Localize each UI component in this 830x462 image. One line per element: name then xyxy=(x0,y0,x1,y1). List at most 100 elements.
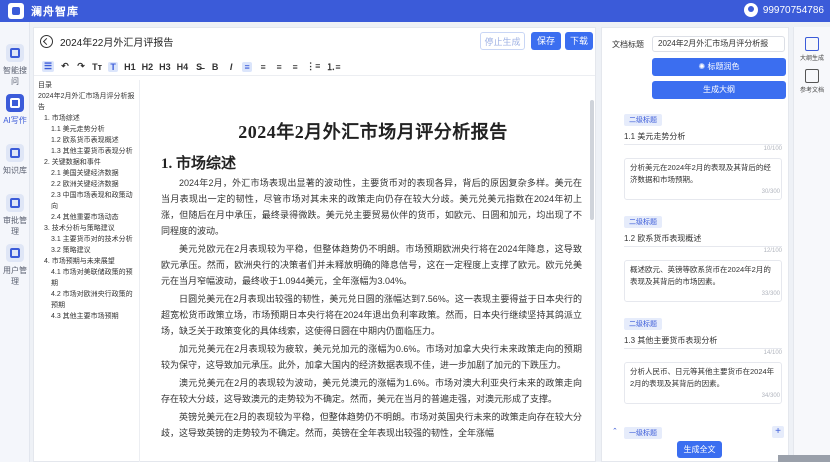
outline-generate-icon xyxy=(805,37,819,51)
outline-generator-panel: 文档标题 2024年2月外汇市场月评分析报 ✺ 标题润色 生成大纲 二级标题 1… xyxy=(601,27,789,462)
heading4-button[interactable]: H4 xyxy=(177,62,189,72)
card-description[interactable]: 分析人民币、日元等其他主要货币在2024年2月的表现及其背后的因素。 xyxy=(624,362,782,404)
title-count: 12/100 xyxy=(763,248,782,254)
generate-outline-button[interactable]: 生成大纲 xyxy=(652,81,786,99)
outline-item[interactable]: 2.1 美国关键经济数据 xyxy=(38,168,139,179)
heading2-button[interactable]: H2 xyxy=(142,62,154,72)
outline-item[interactable]: 1.2 欧系货币表现概述 xyxy=(38,135,139,146)
card-title[interactable]: 1.1 美元走势分析 xyxy=(624,131,685,142)
outline-item[interactable]: 1. 市场综述 xyxy=(38,113,139,124)
divider xyxy=(624,348,782,349)
text-size-icon[interactable]: Tт xyxy=(92,62,102,72)
outline-item[interactable]: 2.2 欧洲关键经济数据 xyxy=(38,179,139,190)
outline-item[interactable]: 2. 关键数据和事件 xyxy=(38,157,139,168)
outline-item[interactable]: 4. 市场预期与未来展望 xyxy=(38,256,139,267)
outline-item[interactable]: 3. 技术分析与策略建议 xyxy=(38,223,139,234)
card-description[interactable]: 概述欧元、英镑等欧系货币在2024年2月的表现及其背后的市场因素。 xyxy=(624,260,782,302)
user-icon xyxy=(743,3,758,17)
status-strip xyxy=(778,455,830,462)
outline-item[interactable]: 3.2 策略建议 xyxy=(38,245,139,256)
nav-item-search[interactable]: 智能搜问 xyxy=(0,44,30,87)
desc-count: 33/300 xyxy=(761,291,780,297)
editor-panel: 2024年22月外汇月评报告 停止生成 保存 下载 ☰ ↶ ↷ Tт T H1 … xyxy=(33,27,596,462)
outline-card-list: 二级标题 1.1 美元走势分析 10/100 分析美元在2024年2月的表现及其… xyxy=(610,110,786,440)
outline-heading: 目录 xyxy=(38,82,52,89)
divider xyxy=(624,246,782,247)
level2-badge: 二级标题 xyxy=(624,114,662,126)
rail-outline-generate[interactable]: 大纲生成 xyxy=(794,37,830,62)
level1-bar: ⌃ 一级标题 + xyxy=(612,426,784,440)
align-center-icon[interactable]: ≡ xyxy=(258,62,268,72)
card-description[interactable]: 分析美元在2024年2月的表现及其背后的经济数据和市场预期。 xyxy=(624,158,782,200)
nav-item-ai-writing[interactable]: AI写作 xyxy=(0,94,30,126)
search-ask-icon xyxy=(6,44,24,62)
outline-item[interactable]: 4.3 其他主要市场预期 xyxy=(38,311,139,322)
outline-item[interactable]: 3.1 主要货币对的技术分析 xyxy=(38,234,139,245)
document-content[interactable]: 2024年2月外汇市场月评分析报告 1. 市场综述 2024年2月，外汇市场表现… xyxy=(154,80,592,462)
editor-scrollbar[interactable] xyxy=(590,100,594,220)
rail-reference-docs[interactable]: 参考文档 xyxy=(794,69,830,94)
bold-button[interactable]: B xyxy=(210,62,220,72)
level1-badge: 一级标题 xyxy=(624,427,662,439)
paragraph: 2024年2月，外汇市场表现出显著的波动性，主要货币对的表现各异，背后的原因复杂… xyxy=(161,178,582,236)
undo-icon[interactable]: ↶ xyxy=(60,61,70,72)
outline-item[interactable]: 4.1 市场对美联储政策的预期 xyxy=(38,267,139,289)
title-count: 10/100 xyxy=(763,146,782,152)
heading1-button[interactable]: H1 xyxy=(124,62,136,72)
section-heading: 1. 市场综述 xyxy=(161,156,237,172)
outline-item[interactable]: 2.3 中国市场表现和政策动向 xyxy=(38,190,139,212)
redo-icon[interactable]: ↷ xyxy=(76,61,86,72)
left-nav: 智能搜问 AI写作 知识库 审批管理 用户管理 xyxy=(0,22,30,462)
doc-title-input[interactable]: 2024年2月外汇市场月评分析报 xyxy=(652,36,785,52)
outline-item[interactable]: 4.2 市场对欧洲央行政策的预期 xyxy=(38,289,139,311)
card-title[interactable]: 1.3 其他主要货币表现分析 xyxy=(624,335,717,346)
align-right-icon[interactable]: ≡ xyxy=(274,62,284,72)
approval-icon xyxy=(6,194,24,212)
user-phone: 99970754786 xyxy=(762,4,824,16)
back-icon[interactable] xyxy=(40,34,53,48)
text-style-icon[interactable]: T xyxy=(108,61,119,72)
outline-item[interactable]: 2024年2月外汇市场月评分析报告 xyxy=(38,91,139,113)
outline-item[interactable]: 2.4 其他重要市场动态 xyxy=(38,212,139,223)
document-outline: 目录 2024年2月外汇市场月评分析报告 1. 市场综述 1.1 美元走势分析 … xyxy=(38,80,140,462)
italic-button[interactable]: I xyxy=(226,62,236,72)
level2-badge: 二级标题 xyxy=(624,318,662,330)
nav-item-approval[interactable]: 审批管理 xyxy=(0,194,30,237)
generate-full-text-button[interactable]: 生成全文 xyxy=(677,441,722,458)
right-rail: 大纲生成 参考文档 xyxy=(793,27,830,462)
paragraph: 加元兑美元在2月表现较为疲软，美元兑加元的涨幅为0.6%。市场对加拿大央行未来政… xyxy=(161,344,582,370)
nav-item-user-management[interactable]: 用户管理 xyxy=(0,244,30,287)
divider xyxy=(624,144,782,145)
strikethrough-icon[interactable]: S̶ xyxy=(194,62,204,72)
knowledge-base-icon xyxy=(6,144,24,162)
download-button[interactable]: 下载 xyxy=(565,32,593,50)
bullet-list-icon[interactable]: ⋮≡ xyxy=(306,61,320,72)
format-toolbar: ☰ ↶ ↷ Tт T H1 H2 H3 H4 S̶ B I ≡ ≡ ≡ ≡ ⋮≡… xyxy=(34,58,595,76)
user-account[interactable]: 99970754786 xyxy=(743,3,824,17)
numbered-list-icon[interactable]: ⒈≡ xyxy=(326,60,340,73)
app-logo xyxy=(8,3,24,19)
reference-doc-icon xyxy=(805,69,819,83)
stop-generate-button[interactable]: 停止生成 xyxy=(480,32,525,50)
align-justify-icon[interactable]: ≡ xyxy=(290,62,300,72)
desc-count: 34/300 xyxy=(761,393,780,399)
card-title[interactable]: 1.2 欧系货币表现概述 xyxy=(624,233,701,244)
paragraph: 日圆兑美元在2月表现出较强的韧性，美元兑日圆的涨幅达到7.56%。这一表现主要得… xyxy=(161,294,582,336)
polish-title-button[interactable]: ✺ 标题润色 xyxy=(652,58,786,76)
outline-toggle-icon[interactable]: ☰ xyxy=(42,61,55,72)
heading3-button[interactable]: H3 xyxy=(159,62,171,72)
paragraph: 英镑兑美元在2月的表现较为平稳，但整体趋势仍不明朗。市场对英国央行未来的政策走向… xyxy=(161,412,582,438)
outline-item[interactable]: 1.3 其他主要货币表现分析 xyxy=(38,146,139,157)
ai-writing-icon xyxy=(6,94,24,112)
collapse-caret-icon[interactable]: ⌃ xyxy=(612,427,618,435)
desc-count: 30/300 xyxy=(761,189,780,195)
doc-title: 2024年22月外汇月评报告 xyxy=(60,37,174,49)
save-button[interactable]: 保存 xyxy=(531,32,561,50)
title-count: 14/100 xyxy=(763,350,782,356)
top-bar: 澜舟智库 99970754786 xyxy=(0,0,830,22)
align-left-icon[interactable]: ≡ xyxy=(242,61,253,72)
add-icon[interactable]: + xyxy=(772,426,784,438)
outline-item[interactable]: 1.1 美元走势分析 xyxy=(38,124,139,135)
paragraph: 美元兑欧元在2月表现较为平稳，但整体趋势仍不明朗。市场预期欧洲央行将在2024年… xyxy=(161,244,582,286)
nav-item-knowledge-base[interactable]: 知识库 xyxy=(0,144,30,176)
